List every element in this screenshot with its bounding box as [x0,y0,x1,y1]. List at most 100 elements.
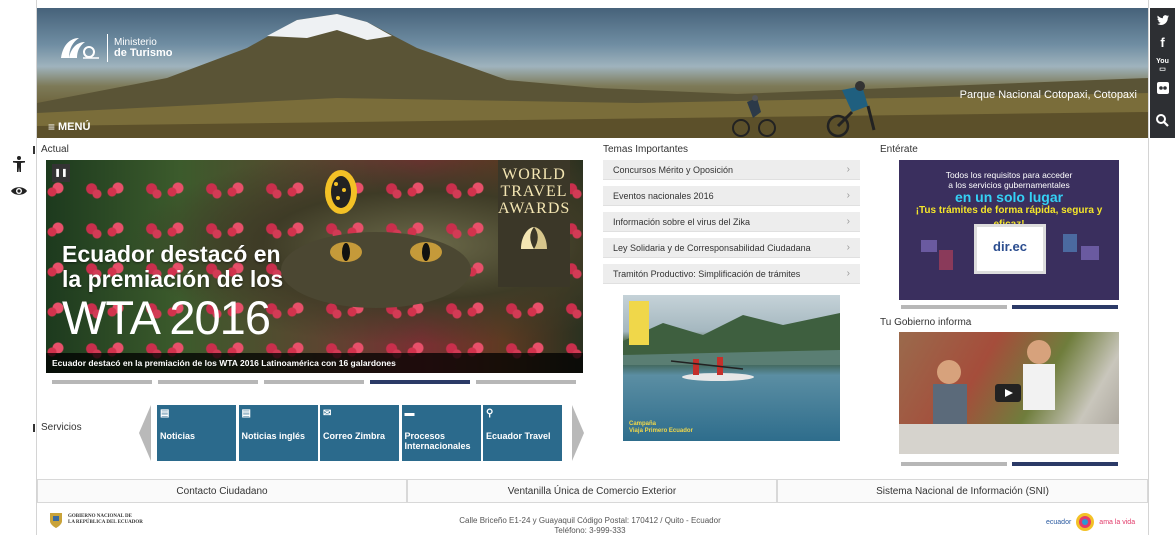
cyclist-image [732,95,776,137]
tema-item-label: Concursos Mérito y Oposición [613,165,734,175]
service-tile[interactable]: ⚲ Ecuador Travel [483,405,562,461]
kayak-image [623,313,840,381]
service-tile[interactable]: ▤ Noticias [157,405,236,461]
logo-separator [107,34,108,62]
eye-icon[interactable] [10,182,28,200]
hero-caption: Parque Nacional Cotopaxi, Cotopaxi [959,89,1137,101]
pager-dot[interactable] [1012,462,1118,466]
map-pin-icon: ⚲ [486,408,494,419]
address-line2: Teléfono: 3-999-333 [554,526,626,535]
viaja-primero-ecuador-banner[interactable]: Campaña Viaja Primero Ecuador [623,295,840,441]
slide-caption[interactable]: Ecuador destacó en la premiación de los … [46,353,583,373]
section-temas: Temas Importantes [603,144,688,155]
tema-item-label: Información sobre el virus del Zika [613,217,751,227]
coat-of-arms-icon [50,513,62,528]
pager-dot[interactable] [370,380,470,384]
tema-item-label: Eventos nacionales 2016 [613,191,714,201]
service-tile-label: Procesos Internacionales [404,431,471,451]
devices-left-icon [921,240,953,270]
service-tile[interactable]: ▬ Procesos Internacionales [401,405,481,461]
ministerio-logo-icon [61,38,99,59]
pager-dot[interactable] [1012,305,1118,309]
section-enterate: Entérate [880,144,918,155]
document-icon: ▤ [160,408,170,419]
service-tile-label: Noticias inglés [241,431,306,441]
chevron-right-icon: › [846,190,850,201]
pager-dot[interactable] [901,462,1007,466]
chevron-right-icon: › [846,242,850,253]
world-travel-awards-badge: WORLD TRAVEL AWARDS [498,160,570,287]
service-tile-label: Noticias [160,431,196,441]
direc-screen: dir.ec [974,224,1046,274]
viaja-primero-badge [629,301,649,345]
footer-sistema-nacional[interactable]: Sistema Nacional de Información (SNI) [777,479,1148,503]
hamburger-icon: ≡ [48,120,56,134]
search-icon[interactable] [1150,114,1175,130]
page: Ministerio de Turismo Parque Nacional Co… [0,0,1175,535]
section-servicios-label: Servicios [41,422,82,433]
slide-headline-line1: Ecuador destacó en [62,241,281,267]
service-tile[interactable]: ✉ Correo Zimbra [320,405,399,461]
pager-dot[interactable] [264,380,364,384]
pager-dot[interactable] [158,380,258,384]
folder-icon: ▬ [404,408,415,419]
pager-dot[interactable] [476,380,576,384]
menu-button[interactable]: ≡ MENÚ [48,120,90,134]
footer-contacto-ciudadano[interactable]: Contacto Ciudadano [37,479,407,503]
direc-brand: dir.ec [993,239,1027,254]
slide-headline: Ecuador destacó en la premiación de los [62,242,283,292]
direc-banner[interactable]: Todos los requisitos para acceder a los … [899,160,1119,300]
menu-label: MENÚ [58,121,91,133]
footer-address: Calle Briceño E1-24 y Guayaquil Código P… [430,516,750,535]
slide-headline-line3: WTA 2016 [62,291,271,344]
tema-item[interactable]: Concursos Mérito y Oposición › [603,160,860,180]
address-line1: Calle Briceño E1-24 y Guayaquil Código P… [459,516,721,525]
logo-line1: Ministerio [114,36,157,48]
servicios-prev-arrow[interactable] [139,405,153,461]
facebook-icon[interactable]: f [1150,36,1175,50]
ministerio-logo[interactable]: Ministerio de Turismo [57,34,172,62]
gov-line2: LA REPÚBLICA DEL ECUADOR [68,520,143,525]
pager-dot[interactable] [901,305,1007,309]
right-border [1148,0,1149,535]
ecuador-brand-icon [1076,513,1095,531]
hero-banner: Ministerio de Turismo Parque Nacional Co… [37,8,1148,138]
tema-item[interactable]: Información sobre el virus del Zika › [603,212,860,232]
tema-item[interactable]: Tramitón Productivo: Simplificación de t… [603,264,860,284]
butterfly-image [325,170,357,214]
kayak-caption: Campaña Viaja Primero Ecuador [629,421,693,435]
youtube-icon[interactable]: You ▭ [1150,58,1175,74]
accessibility-icon[interactable] [10,155,28,173]
direc-line3: en un solo lugar [954,189,1064,205]
news-slider[interactable]: ❚❚ Ecuador destacó en la premiación de l… [46,160,583,373]
pause-button[interactable]: ❚❚ [52,164,70,182]
service-tile-label: Ecuador Travel [486,431,551,441]
document-icon: ▤ [241,408,251,419]
kayak-caption-line1: Campaña [629,421,657,427]
logo-text: Ministerio de Turismo [114,36,172,59]
pager-dot[interactable] [52,380,152,384]
globe-hands-icon [521,227,547,249]
tema-item[interactable]: Eventos nacionales 2016 › [603,186,860,206]
kayak-caption-line2: Viaja Primero Ecuador [629,428,693,434]
section-actual: Actual [33,144,69,155]
cyclist-image-2 [826,81,876,138]
tema-item-label: Ley Solidaria y de Corresponsabilidad Ci… [613,243,811,253]
social-bar: f You ▭ [1150,8,1175,138]
servicios-next-arrow[interactable] [570,405,584,461]
footer-ventanilla-unica[interactable]: Ventanilla Única de Comercio Exterior [407,479,777,503]
play-button[interactable] [995,384,1021,402]
award-line1: WORLD [502,166,566,183]
twitter-icon[interactable] [1150,15,1175,29]
mail-icon: ✉ [323,408,332,419]
gobierno-video[interactable] [899,332,1119,454]
section-gobierno: Tu Gobierno informa [880,317,971,328]
service-tile[interactable]: ▤ Noticias inglés [238,405,318,461]
flickr-icon[interactable] [1150,82,1175,97]
award-line2: TRAVEL [500,183,568,200]
tema-item-label: Tramitón Productivo: Simplificación de t… [613,269,801,279]
ecuador-ama-la-vida-logo[interactable]: ecuador ama la vida [1046,511,1135,533]
tema-item[interactable]: Ley Solidaria y de Corresponsabilidad Ci… [603,238,860,258]
gobierno-nacional-logo[interactable]: GOBIERNO NACIONAL DE LA REPÚBLICA DEL EC… [48,511,143,529]
hero-landscape [37,14,1148,138]
